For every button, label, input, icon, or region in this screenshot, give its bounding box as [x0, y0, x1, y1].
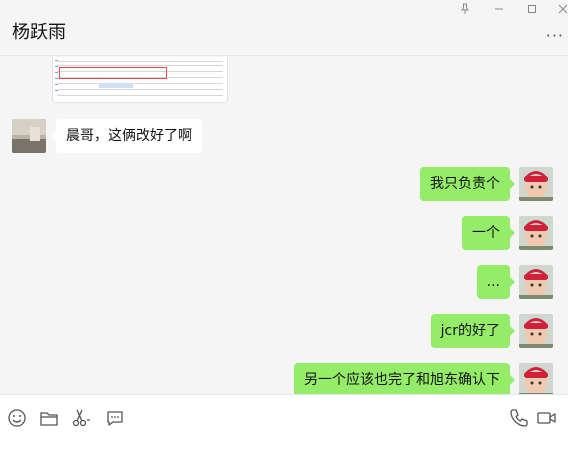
user-avatar[interactable] — [519, 167, 553, 201]
user-avatar[interactable] — [519, 265, 553, 299]
phone-icon[interactable] — [508, 407, 530, 429]
folder-icon[interactable] — [38, 407, 60, 429]
chat-header: 杨跃雨 ··· — [0, 0, 568, 56]
message-list[interactable]: 晨哥，这俩改好了啊 我只负责个 一个 ... jcr的好了 另一个应该也完了和旭… — [0, 57, 568, 394]
outgoing-message[interactable]: 我只负责个 — [420, 167, 515, 201]
outgoing-message[interactable]: jcr的好了 — [430, 314, 516, 348]
emoji-icon[interactable] — [6, 407, 28, 429]
more-dots-icon[interactable]: ··· — [546, 26, 564, 45]
image-message[interactable] — [52, 57, 228, 103]
outgoing-message[interactable]: 另一个应该也完了和旭东确认下 — [294, 363, 515, 394]
minimize-icon[interactable] — [486, 1, 512, 17]
contact-name[interactable]: 杨跃雨 — [12, 18, 66, 44]
maximize-icon[interactable] — [519, 1, 545, 17]
user-avatar[interactable] — [519, 216, 553, 250]
scissors-icon[interactable] — [70, 407, 92, 429]
chat-bubble-icon[interactable] — [104, 407, 126, 429]
contact-avatar[interactable] — [12, 119, 46, 153]
highlight-box — [59, 67, 167, 79]
video-icon[interactable] — [536, 407, 558, 429]
outgoing-message[interactable]: 一个 — [462, 216, 515, 250]
pin-icon[interactable] — [452, 1, 478, 17]
user-avatar[interactable] — [519, 363, 553, 394]
close-icon[interactable] — [550, 1, 568, 17]
selected-cells — [99, 83, 133, 88]
user-avatar[interactable] — [519, 314, 553, 348]
incoming-message[interactable]: 晨哥，这俩改好了啊 — [51, 119, 202, 153]
outgoing-message[interactable]: ... — [476, 265, 516, 299]
input-toolbar — [0, 394, 568, 453]
